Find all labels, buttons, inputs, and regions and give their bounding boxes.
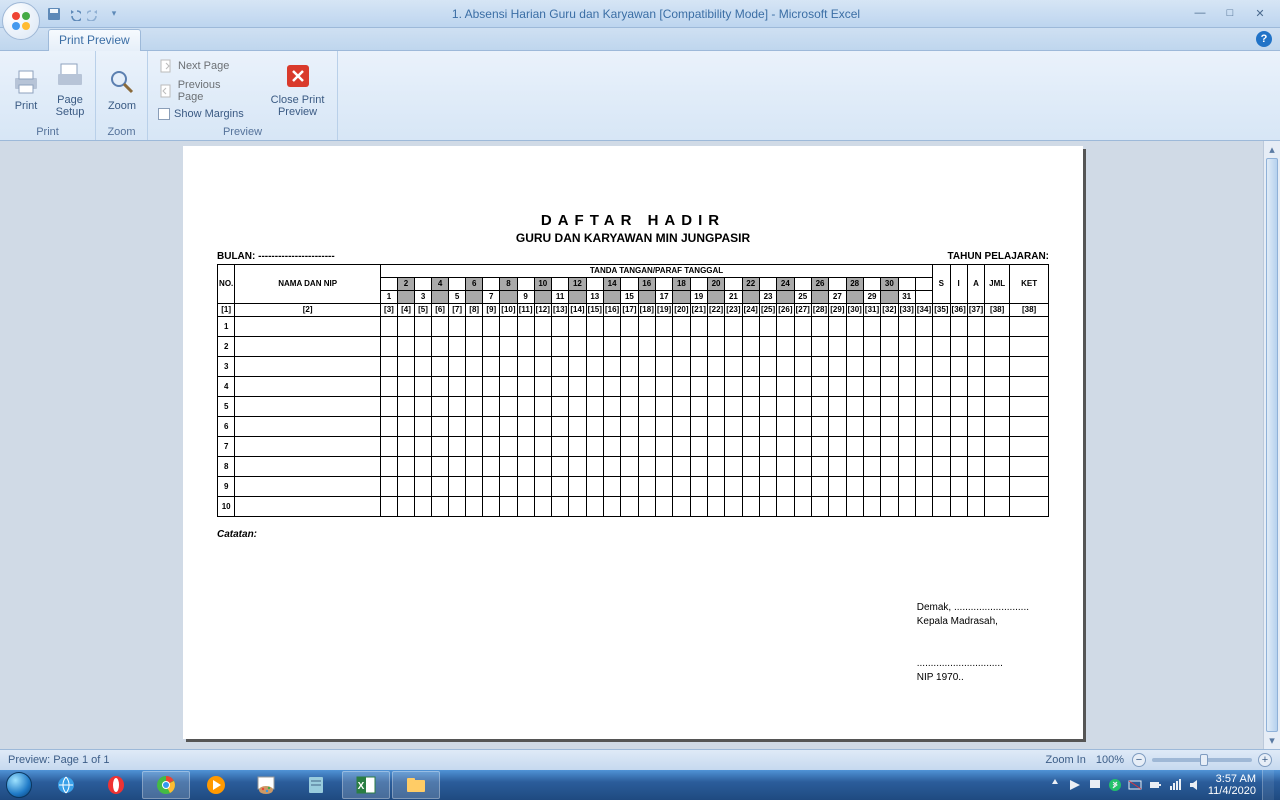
scroll-thumb[interactable]	[1266, 158, 1278, 732]
show-margins-checkbox[interactable]: Show Margins	[154, 106, 252, 122]
taskbar-excel[interactable]: X	[342, 771, 390, 799]
page-setup-icon	[54, 60, 86, 92]
close-preview-button[interactable]: Close Print Preview	[264, 57, 331, 121]
zoom-button[interactable]: Zoom	[102, 63, 142, 115]
title-bar: ▾ 1. Absensi Harian Guru dan Karyawan [C…	[0, 0, 1280, 28]
tray-clock[interactable]: 3:57 AM 11/4/2020	[1208, 773, 1256, 797]
tray-flag-icon[interactable]	[1088, 778, 1102, 792]
status-bar: Preview: Page 1 of 1 Zoom In 100% − +	[0, 749, 1280, 770]
window-title: 1. Absensi Harian Guru dan Karyawan [Com…	[122, 7, 1190, 21]
taskbar-explorer[interactable]	[392, 771, 440, 799]
zoom-in-button[interactable]: +	[1258, 753, 1272, 767]
next-page-icon	[158, 58, 174, 74]
svg-text:X: X	[358, 781, 365, 792]
taskbar-chrome[interactable]	[142, 771, 190, 799]
qat-dropdown-icon[interactable]: ▾	[106, 6, 122, 22]
tray-icon[interactable]	[1128, 778, 1142, 792]
tray-bluetooth-icon[interactable]	[1108, 778, 1122, 792]
start-button[interactable]	[0, 770, 38, 800]
zoom-slider[interactable]	[1152, 758, 1252, 762]
tray-icon[interactable]	[1048, 778, 1062, 792]
ribbon-tabs: Print Preview ?	[0, 28, 1280, 51]
page-preview[interactable]: DAFTAR HADIR GURU DAN KARYAWAN MIN JUNGP…	[183, 146, 1083, 739]
ribbon: Print Page Setup Print Zoom Zoom Next Pa…	[0, 51, 1280, 141]
taskbar-notes[interactable]	[292, 771, 340, 799]
maximize-button[interactable]: □	[1220, 7, 1240, 20]
taskbar-ie[interactable]	[42, 771, 90, 799]
previous-page-button: Previous Page	[154, 77, 252, 105]
office-button[interactable]	[2, 2, 40, 40]
zoom-percent: 100%	[1096, 754, 1124, 766]
redo-icon[interactable]	[86, 6, 102, 22]
scroll-up-icon[interactable]: ▴	[1264, 141, 1280, 158]
scroll-down-icon[interactable]: ▾	[1264, 732, 1280, 749]
magnifier-icon	[106, 66, 138, 98]
close-preview-icon	[282, 60, 314, 92]
tahun-label: TAHUN PELAJARAN:	[948, 251, 1049, 262]
help-icon[interactable]: ?	[1256, 31, 1272, 47]
group-label-zoom: Zoom	[96, 126, 147, 140]
checkbox-icon	[158, 108, 170, 120]
prev-page-icon	[158, 83, 174, 99]
zoom-out-button[interactable]: −	[1132, 753, 1146, 767]
tray-volume-icon[interactable]	[1188, 778, 1202, 792]
print-button[interactable]: Print	[6, 63, 46, 115]
attendance-table: NO.NAMA DAN NIPTANDA TANGAN/PARAF TANGGA…	[217, 264, 1049, 517]
quick-access-toolbar: ▾	[46, 6, 122, 22]
doc-title: DAFTAR HADIR	[217, 212, 1049, 229]
bulan-value: -----------------------	[258, 251, 335, 262]
catatan-label: Catatan:	[217, 529, 1049, 540]
tray-power-icon[interactable]	[1148, 778, 1162, 792]
vertical-scrollbar[interactable]: ▴ ▾	[1263, 141, 1280, 749]
close-button[interactable]: ✕	[1250, 7, 1270, 20]
minimize-button[interactable]: ―	[1190, 7, 1210, 20]
undo-icon[interactable]	[66, 6, 82, 22]
tray-icon[interactable]	[1068, 778, 1082, 792]
printer-icon	[10, 66, 42, 98]
zoom-mode-label[interactable]: Zoom In	[1046, 754, 1086, 766]
taskbar: X 3:57 AM 11/4/2020	[0, 770, 1280, 800]
system-tray: 3:57 AM 11/4/2020	[1048, 770, 1280, 800]
tab-print-preview[interactable]: Print Preview	[48, 29, 141, 51]
taskbar-wmp[interactable]	[192, 771, 240, 799]
group-label-print: Print	[0, 126, 95, 140]
taskbar-opera[interactable]	[92, 771, 140, 799]
tray-network-icon[interactable]	[1168, 778, 1182, 792]
taskbar-paint[interactable]	[242, 771, 290, 799]
show-desktop-button[interactable]	[1262, 770, 1274, 800]
next-page-button: Next Page	[154, 56, 252, 76]
preview-area: DAFTAR HADIR GURU DAN KARYAWAN MIN JUNGP…	[0, 141, 1280, 749]
bulan-label: BULAN:	[217, 251, 255, 262]
status-page-info: Preview: Page 1 of 1	[8, 754, 110, 766]
save-icon[interactable]	[46, 6, 62, 22]
group-label-preview: Preview	[148, 126, 337, 140]
page-setup-button[interactable]: Page Setup	[50, 57, 90, 121]
signature-block: Demak, ........................... Kepal…	[917, 601, 1029, 685]
doc-subtitle: GURU DAN KARYAWAN MIN JUNGPASIR	[217, 231, 1049, 245]
